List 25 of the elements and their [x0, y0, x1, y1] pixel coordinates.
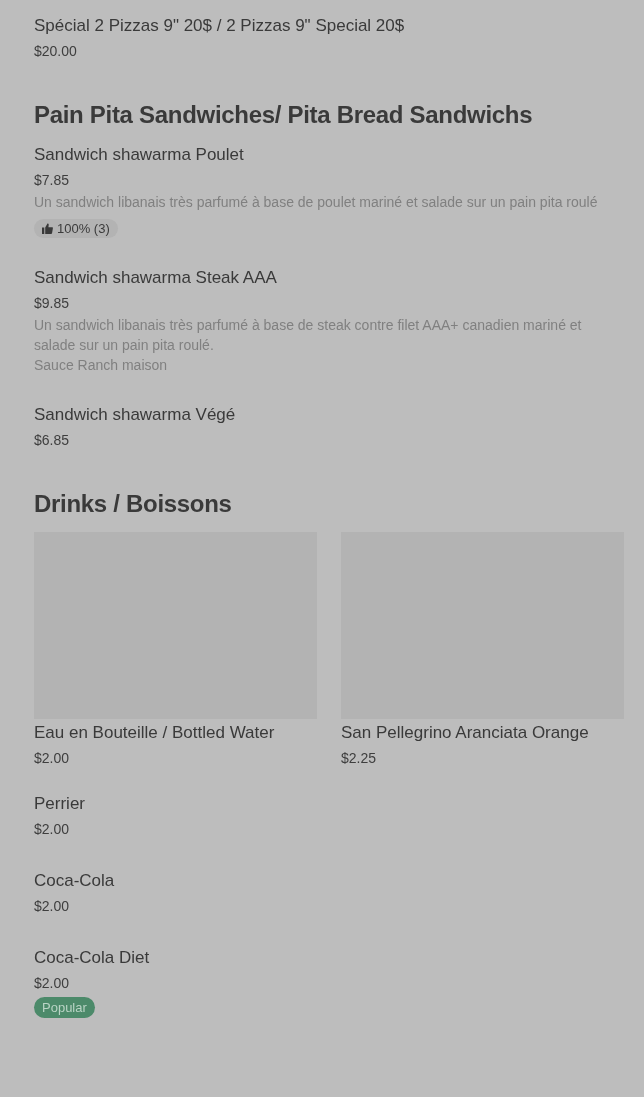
item-name[interactable]: Perrier: [34, 792, 624, 816]
item-description: Un sandwich libanais très parfumé à base de poulet mariné et salade sur un pain pita roulé: [34, 193, 599, 212]
item-price: $2.00: [34, 749, 71, 768]
item-description: Un sandwich libanais très parfumé à base de steak contre filet AAA+ canadien mariné et salade sur un pain pita roulé. Sauce Ranch maison: [34, 316, 583, 375]
item-name[interactable]: Sandwich shawarma Steak AAA: [34, 266, 624, 290]
popular-badge: Popular: [34, 997, 95, 1018]
item-name[interactable]: Coca-Cola Diet: [34, 946, 624, 970]
item-price: $6.85: [34, 431, 71, 450]
item-price: $9.85: [34, 294, 71, 313]
item-name[interactable]: Sandwich shawarma Poulet: [34, 143, 624, 167]
section-heading: Pain Pita Sandwiches/ Pita Bread Sandwichs: [34, 101, 534, 129]
item-name[interactable]: San Pellegrino Aranciata Orange: [341, 721, 624, 745]
item-price: $2.00: [34, 897, 71, 916]
item-price: $2.25: [341, 749, 378, 768]
section-heading: Drinks / Boissons: [34, 490, 233, 518]
item-name[interactable]: Sandwich shawarma Végé: [34, 403, 624, 427]
item-price: $20.00: [34, 42, 78, 61]
item-name[interactable]: Eau en Bouteille / Bottled Water: [34, 721, 317, 745]
rating-badge: 100% (3): [34, 219, 118, 238]
thumbs-up-icon: [42, 223, 53, 234]
item-name[interactable]: Coca-Cola: [34, 869, 624, 893]
item-price: $2.00: [34, 820, 71, 839]
item-price: $2.00: [34, 974, 71, 993]
item-name[interactable]: Spécial 2 Pizzas 9" 20$ / 2 Pizzas 9" Special 20$: [34, 14, 624, 38]
item-price: $7.85: [34, 171, 71, 190]
